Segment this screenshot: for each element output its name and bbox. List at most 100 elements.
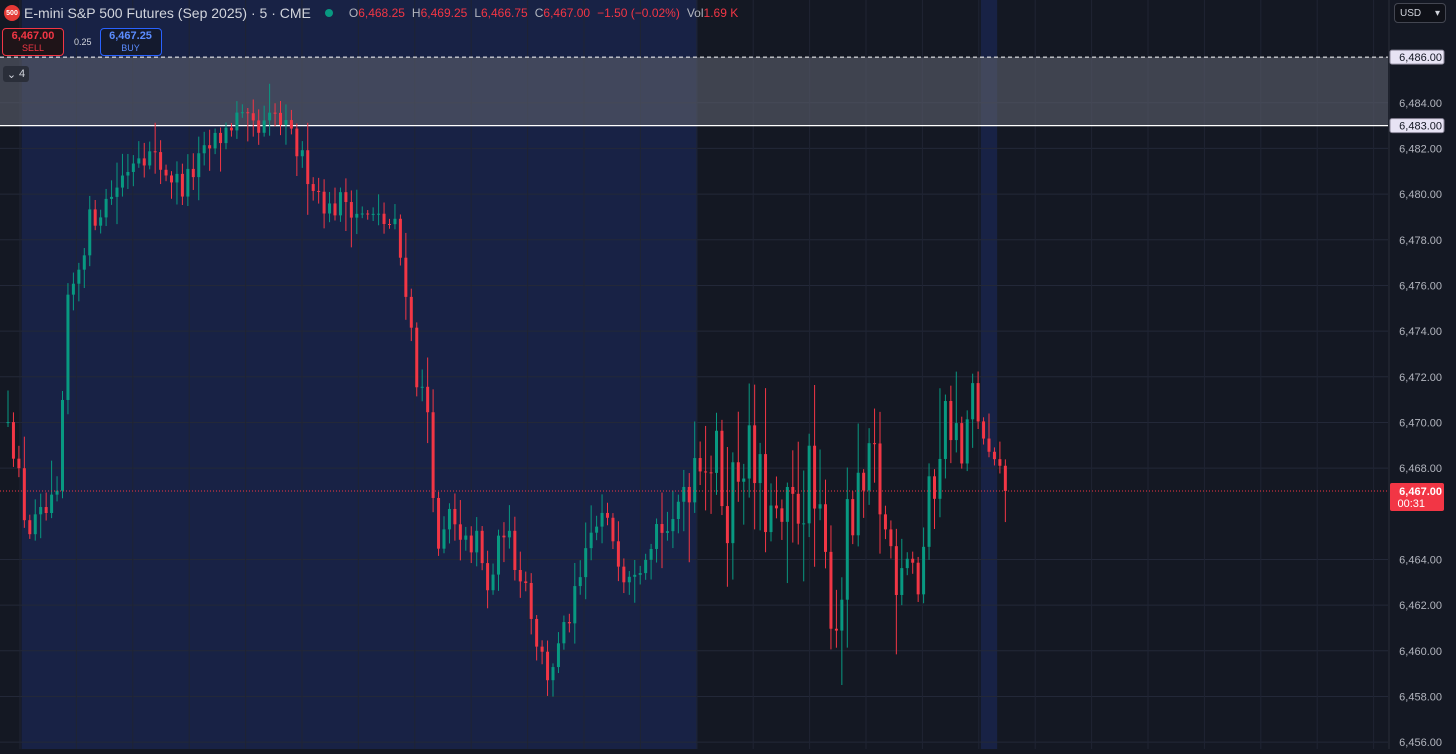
candle-body-26 [148,151,152,166]
candle-79[interactable] [437,491,441,556]
candle-body-163 [894,546,898,595]
price-chart[interactable]: 6,484.00 6,482.00 6,480.00 6,478.00 6,476.00… [0,0,1456,749]
candle-body-151 [829,551,833,629]
candle-body-181 [992,451,996,460]
trade-buttons: 6,467.00 SELL 0.25 6,467.25 BUY [2,27,162,57]
price-chart-svg[interactable]: 6,484.00 6,482.00 6,480.00 6,478.00 6,476.00… [0,0,1456,749]
symbol-title[interactable]: E-mini S&P 500 Futures (Sep 2025) · 5 · … [24,5,311,21]
candle-body-159 [873,443,877,445]
candle-body-42 [235,112,239,131]
candle-body-111 [611,517,615,542]
buy-price: 6,467.25 [109,30,152,42]
candle-body-20 [115,187,119,197]
indicators-collapse-button[interactable]: ⌄ 4 [3,66,29,82]
candle-body-41 [229,127,233,131]
candle-body-73 [404,257,408,297]
candle-body-124 [682,486,686,502]
candle-body-75 [415,327,419,388]
candle-body-160 [878,443,882,515]
candle-body-45 [251,113,255,121]
ohlc-high-label: H [411,6,421,20]
candle-body-176 [965,419,969,464]
candle-body-142 [780,508,784,522]
candle-body-44 [246,112,250,114]
candle-body-152 [834,628,838,631]
candle-body-56 [311,184,315,191]
candle-body-133 [731,462,735,544]
candle-body-48 [268,112,272,121]
candle-131[interactable] [720,419,724,516]
candle-147[interactable] [807,433,811,538]
candle-169[interactable] [927,463,931,560]
candle-body-11 [66,294,70,400]
candle-body-58 [322,191,326,214]
candle-body-43 [240,112,244,114]
candle-body-66 [366,213,370,215]
candle-body-139 [764,454,768,533]
buy-label: BUY [121,43,140,53]
symbol-logo[interactable]: 500 [4,5,20,21]
candle-body-36 [202,145,206,154]
candle-body-171 [938,458,942,499]
candle-75[interactable] [415,322,419,397]
candle-body-10 [61,399,64,491]
candle-11[interactable] [66,283,70,415]
candle-body-93 [513,530,517,570]
sell-price: 6,467.00 [11,30,55,42]
candle-body-97 [535,618,539,647]
candle-body-135 [742,478,746,482]
candle-body-114 [627,576,631,583]
candle-body-65 [360,213,364,215]
candle-body-17 [99,217,103,226]
candle-body-87 [480,530,484,564]
price-axis[interactable]: 6,484.00 6,482.00 6,480.00 6,478.00 6,476.00… [1388,0,1456,749]
candle-body-178 [976,383,980,422]
sell-button[interactable]: 6,467.00 SELL [2,28,64,56]
candle-body-12 [71,283,75,295]
y-tick-label-5: 6,474.00 [1399,326,1442,338]
candle-body-85 [469,535,473,553]
candle-body-88 [486,563,490,591]
ohlc-change-value: −1.50 (−0.02%) [597,6,680,20]
candle-body-78 [431,412,435,498]
candle-body-59 [328,203,332,214]
zone-fill[interactable] [0,57,1388,126]
y-tick-label-9: 6,464.00 [1399,554,1442,566]
candle-body-143 [785,486,789,522]
zone-top-price-label[interactable]: 6,486.00 [1389,49,1445,65]
ohlc-open-value: 6,468.25 [358,6,405,20]
candle-body-68 [377,213,381,215]
candle-body-69 [382,213,386,225]
candle-body-125 [687,486,691,503]
zone-top-label-text: 6,486.00 [1399,52,1442,64]
candle-body-101 [556,643,560,668]
candle-body-67 [371,213,375,215]
candle-175[interactable] [960,416,964,469]
candle-body-72 [398,218,402,258]
candle-body-96 [529,582,533,619]
candle-body-177 [971,383,975,420]
candle-10[interactable] [61,391,64,499]
candle-body-47 [262,120,266,133]
last-price-label[interactable]: 6,467.0000:31 [1390,482,1444,511]
candle-body-147 [807,445,811,524]
indicators-count: 4 [19,68,26,80]
candle-body-64 [355,213,359,218]
price-zone[interactable] [0,56,1388,127]
y-tick-label-3: 6,478.00 [1399,235,1442,247]
ohlc-low-value: 6,466.75 [481,6,528,20]
market-status-dot-icon[interactable] [324,9,333,17]
candle-body-34 [191,168,195,178]
candle-body-23 [131,163,135,172]
candle-body-170 [933,476,936,499]
y-tick-label-11: 6,460.00 [1399,646,1442,658]
chevron-down-icon: ⌄ [6,68,17,81]
zone-bottom-price-label[interactable]: 6,483.00 [1389,118,1445,134]
candle-body-5 [33,514,37,535]
candle-body-25 [142,158,146,166]
currency-selector[interactable]: USD ▾ [1394,3,1446,23]
candle-body-162 [889,529,893,547]
candle-body-129 [709,472,713,474]
candle-176[interactable] [965,410,969,472]
buy-button[interactable]: 6,467.25 BUY [99,28,162,56]
